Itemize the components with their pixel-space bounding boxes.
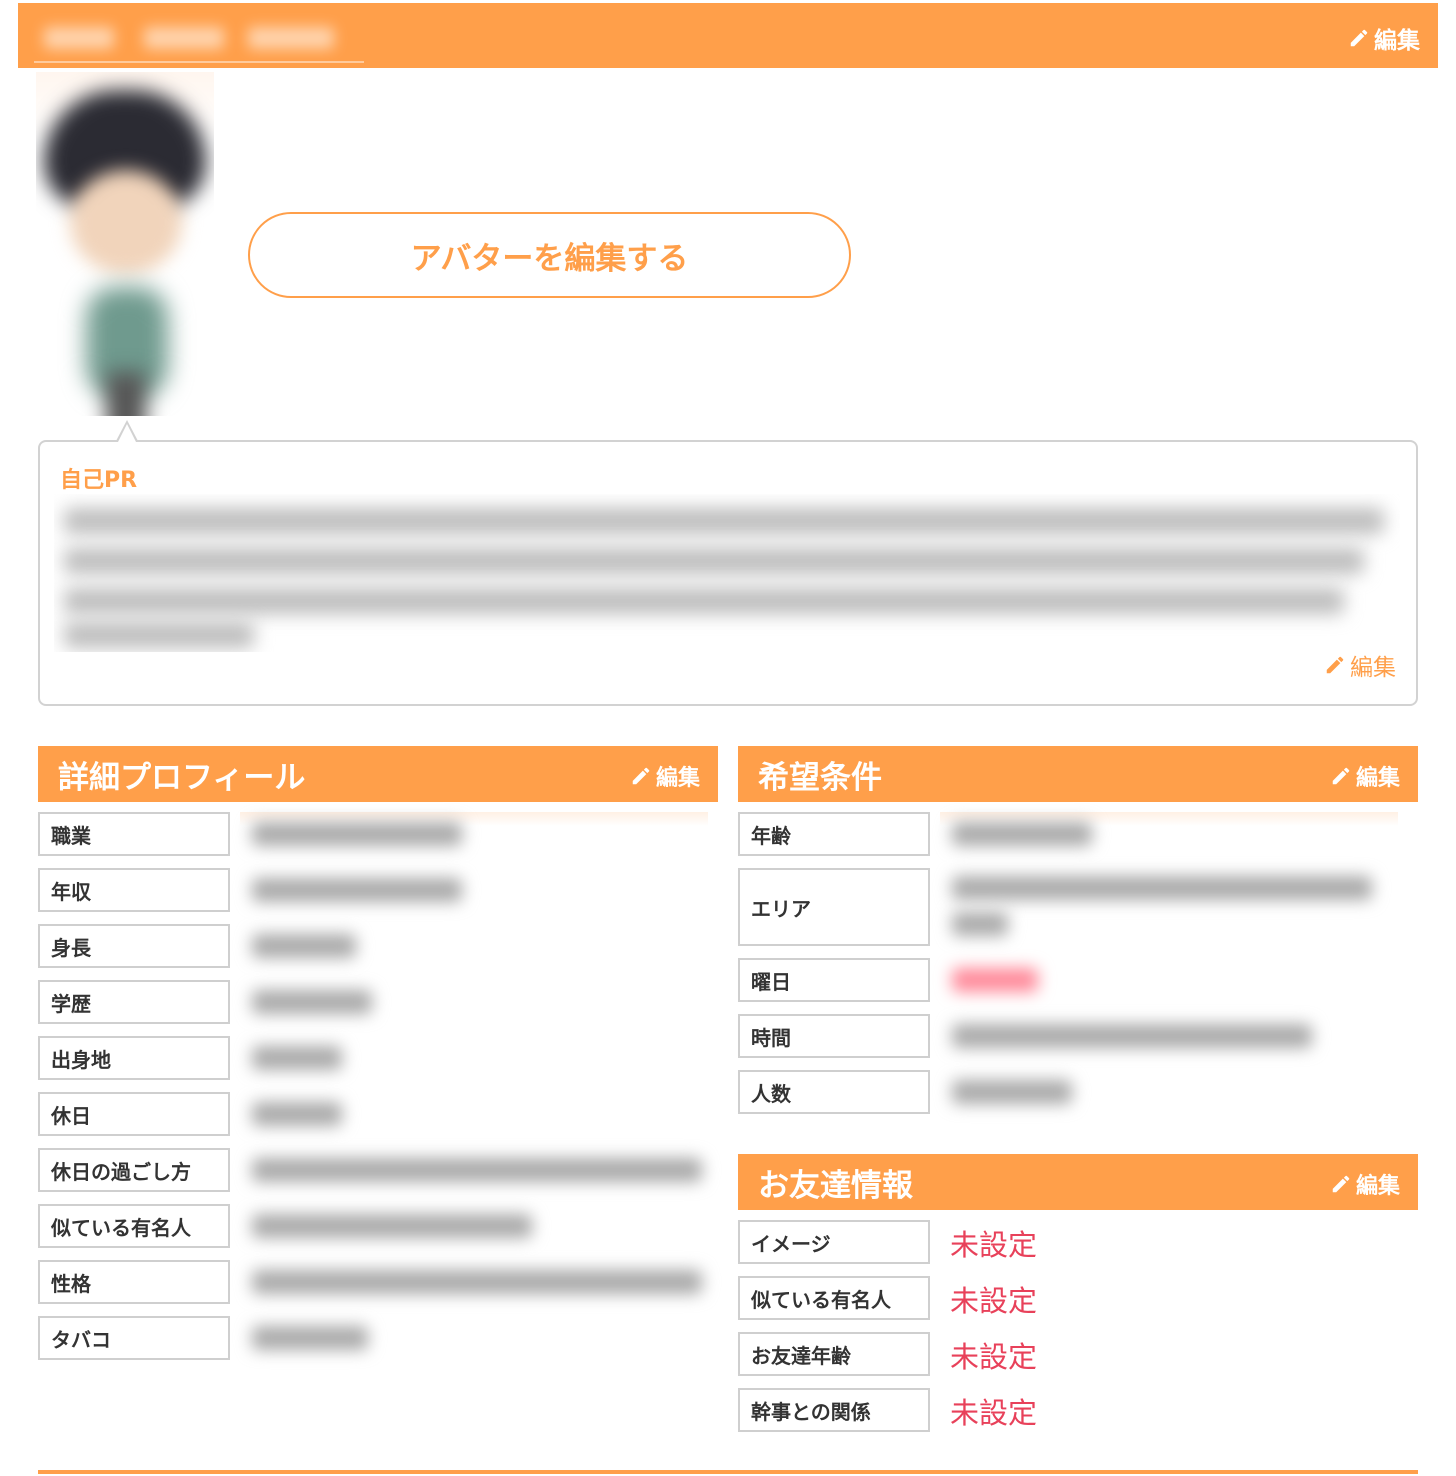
preference-label-weekday: 曜日 xyxy=(738,958,930,1002)
preferences-edit-button[interactable]: 編集 xyxy=(1330,760,1400,792)
preferences-title: 希望条件 xyxy=(758,759,882,796)
preference-value-blurred xyxy=(952,822,1092,846)
detail-profile-title: 詳細プロフィール xyxy=(58,759,306,796)
speech-bubble-tail-inner xyxy=(118,424,136,442)
preference-value-blurred xyxy=(952,912,1008,936)
profile-header-bar: 編集 xyxy=(18,3,1438,68)
friend-value-relationship: 未設定 xyxy=(950,1396,1038,1430)
profile-label-tobacco: タバコ xyxy=(38,1316,230,1360)
friend-info-edit-label: 編集 xyxy=(1355,1174,1400,1199)
profile-value-blurred xyxy=(252,1326,368,1350)
friend-info-header: お友達情報 編集 xyxy=(738,1154,1418,1210)
detail-profile-edit-label: 編集 xyxy=(655,766,700,791)
avatar-image xyxy=(36,72,214,416)
profile-value-blurred xyxy=(252,934,356,958)
friend-info-edit-button[interactable]: 編集 xyxy=(1330,1168,1400,1200)
self-pr-box: 自己PR 編集 xyxy=(38,440,1418,706)
friend-info-title: お友達情報 xyxy=(758,1167,913,1204)
profile-value-blurred xyxy=(252,1270,702,1294)
pencil-icon xyxy=(632,767,650,785)
self-pr-edit-label: 編集 xyxy=(1350,655,1396,681)
detail-profile-edit-button[interactable]: 編集 xyxy=(630,760,700,792)
profile-label-height: 身長 xyxy=(38,924,230,968)
profile-value-blurred xyxy=(252,1102,342,1126)
friend-value-age: 未設定 xyxy=(950,1340,1038,1374)
profile-label-celebrity-lookalike: 似ている有名人 xyxy=(38,1204,230,1248)
preference-value-blurred xyxy=(952,1080,1072,1104)
self-pr-text-blurred xyxy=(54,494,1400,652)
friend-label-age: お友達年齢 xyxy=(738,1332,930,1376)
preferences-edit-label: 編集 xyxy=(1355,766,1400,791)
bottom-divider xyxy=(38,1470,1418,1474)
profile-label-income: 年収 xyxy=(38,868,230,912)
pencil-icon xyxy=(1350,29,1368,47)
friend-label-relationship: 幹事との関係 xyxy=(738,1388,930,1432)
self-pr-title: 自己PR xyxy=(60,468,138,493)
blurred-user-name xyxy=(34,17,364,63)
preference-value-blurred xyxy=(952,1024,1312,1048)
profile-value-blurred xyxy=(252,990,372,1014)
profile-value-blurred xyxy=(252,822,462,846)
profile-value-blurred xyxy=(252,1046,342,1070)
preference-label-party-size: 人数 xyxy=(738,1070,930,1114)
preference-value-blurred xyxy=(952,968,1038,992)
preference-label-age: 年齢 xyxy=(738,812,930,856)
preferences-header: 希望条件 編集 xyxy=(738,746,1418,802)
header-edit-button[interactable]: 編集 xyxy=(1348,21,1420,55)
preference-value-blurred xyxy=(952,876,1372,900)
pencil-icon xyxy=(1332,767,1350,785)
preference-label-area: エリア xyxy=(738,868,930,946)
friend-value-image: 未設定 xyxy=(950,1228,1038,1262)
profile-label-holiday: 休日 xyxy=(38,1092,230,1136)
profile-label-education: 学歴 xyxy=(38,980,230,1024)
profile-value-blurred xyxy=(252,878,462,902)
profile-label-hometown: 出身地 xyxy=(38,1036,230,1080)
pencil-icon xyxy=(1326,656,1344,674)
header-edit-label: 編集 xyxy=(1374,28,1420,54)
preference-label-time: 時間 xyxy=(738,1014,930,1058)
pencil-icon xyxy=(1332,1175,1350,1193)
profile-label-personality: 性格 xyxy=(38,1260,230,1304)
self-pr-edit-button[interactable]: 編集 xyxy=(1324,648,1396,682)
edit-avatar-button[interactable]: アバターを編集する xyxy=(248,212,851,298)
profile-value-blurred xyxy=(252,1158,702,1182)
profile-value-blurred xyxy=(252,1214,532,1238)
profile-label-occupation: 職業 xyxy=(38,812,230,856)
friend-label-image: イメージ xyxy=(738,1220,930,1264)
detail-profile-header: 詳細プロフィール 編集 xyxy=(38,746,718,802)
profile-label-holiday-activities: 休日の過ごし方 xyxy=(38,1148,230,1192)
friend-value-celebrity-lookalike: 未設定 xyxy=(950,1284,1038,1318)
friend-label-celebrity-lookalike: 似ている有名人 xyxy=(738,1276,930,1320)
